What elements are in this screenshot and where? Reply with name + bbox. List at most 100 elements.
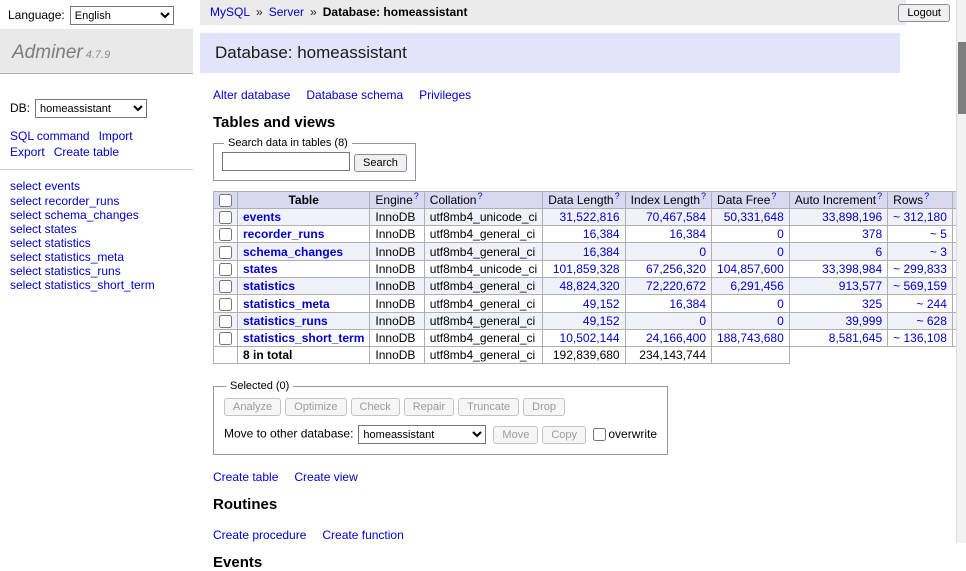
value-link[interactable]: 49,152 (583, 314, 620, 328)
value-link[interactable]: 16,384 (583, 227, 620, 241)
value-link[interactable]: 101,859,328 (553, 262, 620, 276)
help-link[interactable]: ? (477, 191, 482, 201)
row-checkbox[interactable] (219, 246, 232, 259)
row-checkbox[interactable] (219, 263, 232, 276)
op-button-repair[interactable]: Repair (404, 398, 454, 416)
value-link[interactable]: 0 (699, 314, 706, 328)
sidebar-link-import[interactable]: Import (99, 129, 133, 143)
help-link[interactable]: ? (771, 191, 776, 201)
sidebar-link-export[interactable]: Export (10, 145, 45, 159)
table-link-statistics-runs[interactable]: statistics_runs (243, 314, 328, 328)
row-checkbox[interactable] (219, 211, 232, 224)
row-checkbox[interactable] (219, 298, 232, 311)
value-link[interactable]: 31,522,816 (560, 210, 620, 224)
op-button-truncate[interactable]: Truncate (458, 398, 519, 416)
value-link[interactable]: ~ 299,833 (893, 262, 947, 276)
value-link[interactable]: ~ 569,159 (893, 279, 947, 293)
move-button[interactable]: Move (493, 426, 538, 444)
sidebar-select-states[interactable]: select states (10, 222, 183, 236)
table-link-events[interactable]: events (243, 210, 281, 224)
copy-button[interactable]: Copy (542, 426, 586, 444)
value-link[interactable]: ~ 628 (917, 314, 947, 328)
sidebar-select-statistics[interactable]: select statistics (10, 236, 183, 250)
value-link[interactable]: 16,384 (669, 227, 706, 241)
table-link-recorder-runs[interactable]: recorder_runs (243, 227, 324, 241)
breadcrumb-link-mysql[interactable]: MySQL (210, 5, 250, 19)
sidebar-link-sql-command[interactable]: SQL command (10, 129, 90, 143)
logout-button[interactable]: Logout (898, 4, 950, 22)
value-link[interactable]: 24,166,400 (646, 331, 706, 345)
value-link[interactable]: 48,824,320 (560, 279, 620, 293)
value-link[interactable]: 33,898,196 (822, 210, 882, 224)
link-alter-database[interactable]: Alter database (213, 88, 290, 102)
link-create-view[interactable]: Create view (294, 470, 357, 484)
value-link[interactable]: 50,331,648 (724, 210, 784, 224)
link-create-procedure[interactable]: Create procedure (213, 528, 306, 542)
value-link[interactable]: ~ 5 (930, 227, 947, 241)
db-select[interactable]: homeassistant (35, 99, 147, 118)
sidebar-select-statistics-meta[interactable]: select statistics_meta (10, 250, 183, 264)
search-input[interactable] (222, 152, 350, 171)
value-link[interactable]: 0 (777, 297, 784, 311)
sidebar-select-statistics-runs[interactable]: select statistics_runs (10, 264, 183, 278)
value-link[interactable]: 0 (777, 245, 784, 259)
value-link[interactable]: ~ 136,108 (893, 331, 947, 345)
table-link-statistics-meta[interactable]: statistics_meta (243, 297, 330, 311)
value-link[interactable]: 10,502,144 (560, 331, 620, 345)
table-link-statistics-short-term[interactable]: statistics_short_term (243, 331, 364, 345)
help-link[interactable]: ? (877, 191, 882, 201)
help-link[interactable]: ? (414, 191, 419, 201)
value-link[interactable]: 33,398,984 (822, 262, 882, 276)
value-link[interactable]: 378 (862, 227, 882, 241)
row-checkbox[interactable] (219, 280, 232, 293)
link-privileges[interactable]: Privileges (419, 88, 471, 102)
value-link[interactable]: 70,467,584 (646, 210, 706, 224)
value-link[interactable]: 6,291,456 (730, 279, 783, 293)
value-link[interactable]: 16,384 (669, 297, 706, 311)
value-link[interactable]: 0 (777, 314, 784, 328)
op-button-drop[interactable]: Drop (523, 398, 565, 416)
value-link[interactable]: 39,999 (845, 314, 882, 328)
link-database-schema[interactable]: Database schema (306, 88, 403, 102)
link-create-table[interactable]: Create table (213, 470, 278, 484)
help-link[interactable]: ? (701, 191, 706, 201)
select-all-checkbox[interactable] (219, 194, 232, 207)
value-link[interactable]: ~ 312,180 (893, 210, 947, 224)
row-checkbox[interactable] (219, 332, 232, 345)
value-link[interactable]: 325 (862, 297, 882, 311)
op-button-analyze[interactable]: Analyze (224, 398, 281, 416)
op-button-optimize[interactable]: Optimize (285, 398, 346, 416)
value-link[interactable]: 72,220,672 (646, 279, 706, 293)
value-link[interactable]: 0 (699, 245, 706, 259)
value-link[interactable]: ~ 244 (917, 297, 947, 311)
table-link-statistics[interactable]: statistics (243, 279, 295, 293)
value-link[interactable]: 16,384 (583, 245, 620, 259)
breadcrumb-link-server[interactable]: Server (269, 5, 304, 19)
scrollbar-thumb[interactable] (958, 42, 966, 114)
help-link[interactable]: ? (924, 191, 929, 201)
overwrite-checkbox[interactable] (593, 428, 606, 441)
table-link-schema-changes[interactable]: schema_changes (243, 245, 343, 259)
language-select[interactable]: English (70, 6, 174, 25)
move-db-select[interactable]: homeassistant (358, 425, 486, 444)
op-button-check[interactable]: Check (351, 398, 400, 416)
value-link[interactable]: 6 (875, 245, 882, 259)
search-button[interactable]: Search (354, 154, 407, 172)
sidebar-link-create-table[interactable]: Create table (54, 145, 119, 159)
row-checkbox[interactable] (219, 228, 232, 241)
value-link[interactable]: 67,256,320 (646, 262, 706, 276)
vertical-scrollbar[interactable] (956, 0, 966, 543)
value-link[interactable]: ~ 3 (930, 245, 947, 259)
table-link-states[interactable]: states (243, 262, 278, 276)
value-link[interactable]: 188,743,680 (717, 331, 784, 345)
sidebar-select-schema-changes[interactable]: select schema_changes (10, 208, 183, 222)
value-link[interactable]: 0 (777, 227, 784, 241)
value-link[interactable]: 913,577 (839, 279, 882, 293)
sidebar-select-recorder-runs[interactable]: select recorder_runs (10, 194, 183, 208)
value-link[interactable]: 8,581,645 (829, 331, 882, 345)
help-link[interactable]: ? (615, 191, 620, 201)
value-link[interactable]: 104,857,600 (717, 262, 784, 276)
sidebar-select-events[interactable]: select events (10, 179, 183, 193)
row-checkbox[interactable] (219, 315, 232, 328)
link-create-function[interactable]: Create function (322, 528, 403, 542)
